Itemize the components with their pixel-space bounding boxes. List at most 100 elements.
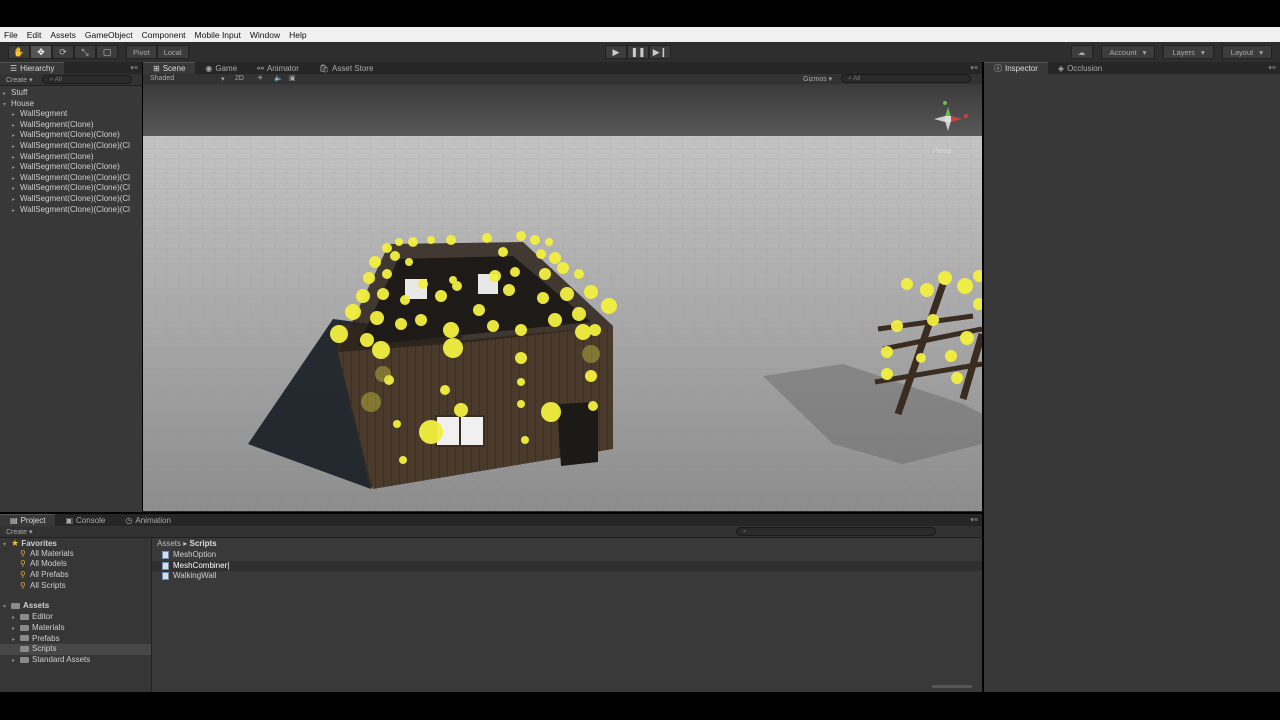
- layers-dropdown[interactable]: Layers ▾: [1163, 45, 1214, 59]
- expand-arrow-icon[interactable]: ▸: [12, 131, 20, 141]
- list-item[interactable]: ▸ WallSegment(Clone)(Clone)(Cl: [0, 205, 142, 216]
- panel-menu-icon[interactable]: ▾≡: [1268, 64, 1276, 72]
- hand-tool-icon[interactable]: ✋: [8, 45, 30, 59]
- expand-arrow-icon[interactable]: ▸: [12, 635, 20, 646]
- scene-viewport[interactable]: Persp: [143, 84, 982, 511]
- expand-arrow-icon[interactable]: ▸: [12, 110, 20, 120]
- expand-arrow-icon[interactable]: ▸: [12, 142, 20, 152]
- project-search-input[interactable]: ⌕: [736, 527, 936, 536]
- rotate-tool-icon[interactable]: ⟳: [52, 45, 74, 59]
- expand-arrow-icon[interactable]: ▸: [12, 624, 20, 635]
- favorites-header[interactable]: ▾ ★ Favorites: [0, 538, 151, 549]
- lighting-icon[interactable]: ☀: [257, 74, 263, 82]
- menu-file[interactable]: File: [4, 30, 18, 40]
- menu-mobile-input[interactable]: Mobile Input: [195, 30, 241, 40]
- effects-icon[interactable]: ▣: [289, 74, 296, 82]
- list-item[interactable]: ▸ WallSegment(Clone): [0, 152, 142, 163]
- tab-inspector[interactable]: ⓘ Inspector: [984, 62, 1048, 74]
- tab-project[interactable]: ▤ Project: [0, 514, 56, 526]
- file-item[interactable]: WalkingWall: [152, 571, 982, 582]
- expand-arrow-icon[interactable]: ▾: [3, 100, 11, 110]
- local-button[interactable]: Local: [156, 45, 189, 59]
- rect-tool-icon[interactable]: ▢: [96, 45, 118, 59]
- expand-arrow-icon[interactable]: ▾: [3, 602, 11, 613]
- scale-tool-icon[interactable]: ⤡: [74, 45, 96, 59]
- list-item[interactable]: ▸ WallSegment(Clone)(Clone)(Cl: [0, 141, 142, 152]
- list-item[interactable]: ▸ WallSegment(Clone): [0, 120, 142, 131]
- account-dropdown[interactable]: Account ▾: [1100, 45, 1156, 59]
- favorite-item[interactable]: ⚲ All Prefabs: [0, 570, 151, 581]
- file-item[interactable]: MeshOption: [152, 550, 982, 561]
- expand-arrow-icon[interactable]: ▸: [12, 195, 20, 205]
- expand-arrow-icon[interactable]: ▸: [12, 656, 20, 667]
- folder-item[interactable]: ▸ Materials: [0, 623, 151, 634]
- tab-animator[interactable]: ⚯ Animator: [247, 62, 309, 74]
- cloud-icon[interactable]: ☁: [1070, 45, 1093, 59]
- file-item-selected[interactable]: MeshCombiner|: [152, 560, 982, 572]
- menu-component[interactable]: Component: [142, 30, 186, 40]
- list-item[interactable]: ▸ WallSegment(Clone)(Clone): [0, 162, 142, 173]
- shaded-dropdown[interactable]: Shaded: [150, 75, 174, 82]
- list-item[interactable]: ▸ WallSegment: [0, 109, 142, 120]
- layout-dropdown[interactable]: Layout ▾: [1221, 45, 1272, 59]
- list-item[interactable]: ▾ House: [0, 99, 142, 110]
- menu-help[interactable]: Help: [289, 30, 306, 40]
- folder-item-label: Editor: [32, 612, 53, 622]
- project-create-dropdown[interactable]: Create ▾: [6, 528, 32, 536]
- move-tool-icon[interactable]: ✥: [30, 45, 52, 59]
- expand-arrow-icon[interactable]: ▸: [12, 153, 20, 163]
- list-item[interactable]: ▸ WallSegment(Clone)(Clone): [0, 130, 142, 141]
- mode-2d-button[interactable]: 2D: [235, 75, 244, 82]
- panel-menu-icon[interactable]: ▾≡: [130, 64, 138, 72]
- folder-item[interactable]: ▸ Prefabs: [0, 634, 151, 645]
- breadcrumb-current[interactable]: Scripts: [190, 539, 217, 548]
- tab-hierarchy[interactable]: ☰ Hierarchy: [0, 62, 65, 74]
- list-item[interactable]: ▸ Stuff: [0, 88, 142, 99]
- favorite-item[interactable]: ⚲ All Scripts: [0, 581, 151, 592]
- tab-animation[interactable]: ◷ Animation: [115, 514, 181, 526]
- menu-edit[interactable]: Edit: [27, 30, 42, 40]
- expand-arrow-icon[interactable]: ▸: [12, 121, 20, 131]
- tab-scene[interactable]: ⊞ Scene: [143, 62, 196, 74]
- panel-menu-icon[interactable]: ▾≡: [970, 64, 978, 72]
- menu-window[interactable]: Window: [250, 30, 280, 40]
- favorite-item-label: All Prefabs: [30, 570, 69, 580]
- expand-arrow-icon[interactable]: ▸: [12, 206, 20, 216]
- file-item-label[interactable]: MeshCombiner|: [173, 561, 229, 570]
- tab-asset-store[interactable]: 🛍 Asset Store: [309, 62, 384, 74]
- scene-search-input[interactable]: ⌕ All: [841, 74, 971, 83]
- panel-menu-icon[interactable]: ▾≡: [970, 516, 978, 524]
- list-item[interactable]: ▸ WallSegment(Clone)(Clone)(Cl: [0, 173, 142, 184]
- audio-icon[interactable]: 🔈: [274, 74, 283, 82]
- folder-item-selected[interactable]: Scripts: [0, 644, 151, 655]
- favorite-item[interactable]: ⚲ All Materials: [0, 549, 151, 560]
- zoom-slider[interactable]: [932, 685, 972, 688]
- create-dropdown[interactable]: Create ▾: [6, 76, 32, 84]
- tab-game[interactable]: ◉ Game: [195, 62, 247, 74]
- expand-arrow-icon[interactable]: ▸: [12, 163, 20, 173]
- folder-item[interactable]: ▸ Editor: [0, 612, 151, 623]
- persp-label[interactable]: Persp: [933, 148, 951, 155]
- expand-arrow-icon[interactable]: ▸: [12, 184, 20, 194]
- pause-icon[interactable]: ❚❚: [627, 45, 649, 59]
- menu-gameobject[interactable]: GameObject: [85, 30, 133, 40]
- folder-item[interactable]: ▸ Standard Assets: [0, 655, 151, 666]
- assets-header[interactable]: ▾ Assets: [0, 601, 151, 612]
- favorite-item-label: All Scripts: [30, 580, 66, 590]
- expand-arrow-icon[interactable]: ▸: [3, 89, 11, 99]
- expand-arrow-icon[interactable]: ▸: [12, 174, 20, 184]
- tab-console[interactable]: ▣ Console: [55, 514, 115, 526]
- breadcrumb-root[interactable]: Assets: [157, 539, 181, 548]
- list-item[interactable]: ▸ WallSegment(Clone)(Clone)(Cl: [0, 183, 142, 194]
- shaded-label: Shaded: [150, 75, 175, 82]
- favorite-item[interactable]: ⚲ All Models: [0, 559, 151, 570]
- gizmos-dropdown[interactable]: Gizmos ▾: [803, 75, 832, 83]
- pivot-button[interactable]: Pivot: [126, 45, 157, 59]
- play-icon[interactable]: ▶: [605, 45, 627, 59]
- menu-assets[interactable]: Assets: [50, 30, 76, 40]
- list-item[interactable]: ▸ WallSegment(Clone)(Clone)(Cl: [0, 194, 142, 205]
- step-icon[interactable]: ▶❙: [649, 45, 671, 59]
- hierarchy-search-input[interactable]: ⌕ All: [42, 75, 133, 84]
- expand-arrow-icon[interactable]: ▾: [3, 540, 11, 551]
- tab-occlusion[interactable]: ◈ Occlusion: [1048, 62, 1112, 74]
